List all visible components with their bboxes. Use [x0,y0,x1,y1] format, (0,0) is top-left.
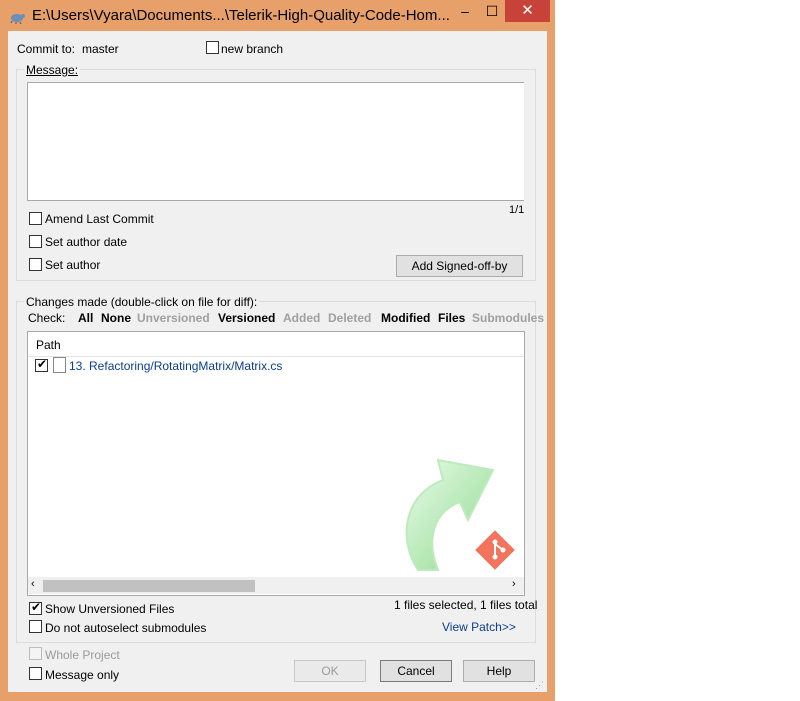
filter-added-link[interactable]: Added [283,311,320,325]
message-only-checkbox[interactable] [29,667,42,680]
tortoisegit-icon [10,14,25,24]
branch-name: master [82,42,119,56]
new-branch-checkbox[interactable] [206,41,219,54]
file-row-checkbox[interactable]: ✔ [35,357,48,372]
file-icon [53,357,66,373]
view-patch-link[interactable]: View Patch>> [442,620,516,634]
filter-unversioned-link[interactable]: Unversioned [137,311,210,325]
minimize-button[interactable]: – [451,0,479,22]
window-title: E:\Users\Vyara\Documents...\Telerik-High… [32,7,450,24]
path-column-header[interactable]: Path [36,338,61,352]
check-mark-icon: ✔ [36,357,48,371]
set-author-checkbox[interactable] [29,258,42,271]
no-autoselect-submodules-label: Do not autoselect submodules [45,621,207,635]
close-button[interactable]: ✕ [505,0,550,22]
set-author-label: Set author [45,258,101,272]
whole-project-label: Whole Project [45,648,120,662]
list-header: Path [28,332,524,357]
new-branch-label: new branch [221,42,284,56]
amend-last-commit-label: Amend Last Commit [45,212,154,226]
changed-files-list[interactable]: Path ✔ 13. Refactoring/RotatingMatrix/Ma… [27,331,525,596]
commit-dialog-window: E:\Users\Vyara\Documents...\Telerik-High… [0,0,555,701]
check-label: Check: [28,311,66,325]
show-unversioned-checkbox[interactable]: ✔ [29,600,42,615]
scrollbar-thumb[interactable] [43,580,255,592]
cancel-button[interactable]: Cancel [380,660,452,682]
no-autoselect-submodules-checkbox[interactable] [29,620,42,633]
filter-all-link[interactable]: All [78,311,93,325]
file-path: 13. Refactoring/RotatingMatrix/Matrix.cs [69,359,283,373]
filter-submodules-link[interactable]: Submodules [472,311,544,325]
add-signed-off-by-button[interactable]: Add Signed-off-by [396,255,523,277]
check-mark-icon: ✔ [30,600,42,614]
help-button[interactable]: Help [463,660,535,682]
amend-last-commit-checkbox[interactable] [29,212,42,225]
message-line-counter: 1/1 [509,204,525,216]
ok-button[interactable]: OK [294,660,366,682]
commit-to-label: Commit to: [17,42,76,56]
git-logo-icon [475,530,515,570]
show-unversioned-label: Show Unversioned Files [45,602,175,616]
scroll-left-icon[interactable]: ‹ [31,578,35,590]
filter-deleted-link[interactable]: Deleted [328,311,371,325]
selection-status: 1 files selected, 1 files total [394,598,538,612]
filter-versioned-link[interactable]: Versioned [218,311,275,325]
title-bar[interactable]: E:\Users\Vyara\Documents...\Telerik-High… [0,0,555,32]
dialog-client-area: Commit to: master new branch Message: 1/… [8,31,547,692]
message-group-label: Message: [24,63,81,77]
message-textarea[interactable] [27,82,524,201]
set-author-date-checkbox[interactable] [29,235,42,248]
filter-files-link[interactable]: Files [438,311,465,325]
set-author-date-label: Set author date [45,235,128,249]
filter-modified-link[interactable]: Modified [381,311,430,325]
horizontal-scrollbar[interactable]: ‹ › [28,577,524,594]
whole-project-checkbox[interactable] [29,647,42,660]
resize-grip-icon[interactable]: ⋰ [535,680,545,690]
maximize-button[interactable]: ☐ [478,0,506,22]
scroll-right-icon[interactable]: › [512,578,516,590]
filter-none-link[interactable]: None [101,311,131,325]
changes-group-label: Changes made (double-click on file for d… [24,295,260,309]
table-row[interactable]: ✔ 13. Refactoring/RotatingMatrix/Matrix.… [28,357,524,375]
message-only-label: Message only [45,668,120,682]
